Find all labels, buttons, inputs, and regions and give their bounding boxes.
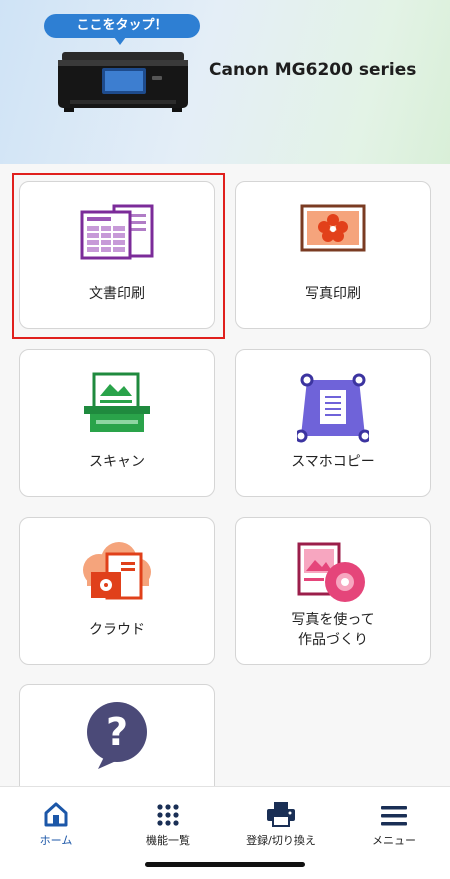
nav-menu-label: メニュー: [372, 834, 416, 847]
scan-label: スキャン: [89, 454, 145, 470]
photo-creative-icon: [295, 540, 371, 608]
photo-print-label: 写真印刷: [305, 286, 361, 302]
nav-register-label: 登録/切り換え: [246, 834, 316, 847]
nav-functions-label: 機能一覧: [146, 834, 190, 847]
home-indicator: [145, 862, 305, 867]
photo-print-icon: [300, 204, 366, 256]
home-icon: [0, 797, 112, 827]
smartphone-copy-label: スマホコピー: [291, 454, 375, 470]
nav-functions[interactable]: 機能一覧: [112, 797, 224, 848]
printer-icon: [225, 797, 337, 827]
printer-image[interactable]: [56, 46, 190, 118]
smartphone-copy-button[interactable]: スマホコピー: [235, 349, 431, 497]
cloud-button[interactable]: クラウド: [19, 517, 215, 665]
nav-home-label: ホーム: [39, 834, 73, 847]
document-print-button[interactable]: 文書印刷: [19, 181, 215, 329]
hamburger-icon: [338, 797, 450, 827]
scan-button[interactable]: スキャン: [19, 349, 215, 497]
photo-creative-label: 写真を使って 作品づくり: [291, 612, 375, 648]
printer-header[interactable]: ここをタップ！ Canon MG6200 series: [0, 0, 450, 164]
nav-register[interactable]: 登録/切り換え: [225, 797, 337, 848]
help-icon: ?: [82, 699, 152, 773]
document-print-icon: [80, 204, 154, 266]
nav-menu[interactable]: メニュー: [338, 797, 450, 848]
tap-hint-tail: [114, 37, 126, 45]
nav-home[interactable]: ホーム: [0, 797, 112, 848]
help-button[interactable]: ?: [19, 684, 215, 796]
grid-icon: [112, 797, 224, 827]
photo-print-button[interactable]: 写真印刷: [235, 181, 431, 329]
document-print-label: 文書印刷: [89, 286, 145, 302]
scan-icon: [82, 372, 152, 438]
svg-text:?: ?: [106, 710, 128, 754]
smartphone-copy-icon: [294, 372, 372, 448]
photo-creative-button[interactable]: 写真を使って 作品づくり: [235, 517, 431, 665]
tap-hint-bubble[interactable]: ここをタップ！: [44, 14, 200, 38]
cloud-label: クラウド: [89, 622, 145, 638]
cloud-icon: [77, 540, 157, 606]
printer-name: Canon MG6200 series: [209, 60, 417, 80]
